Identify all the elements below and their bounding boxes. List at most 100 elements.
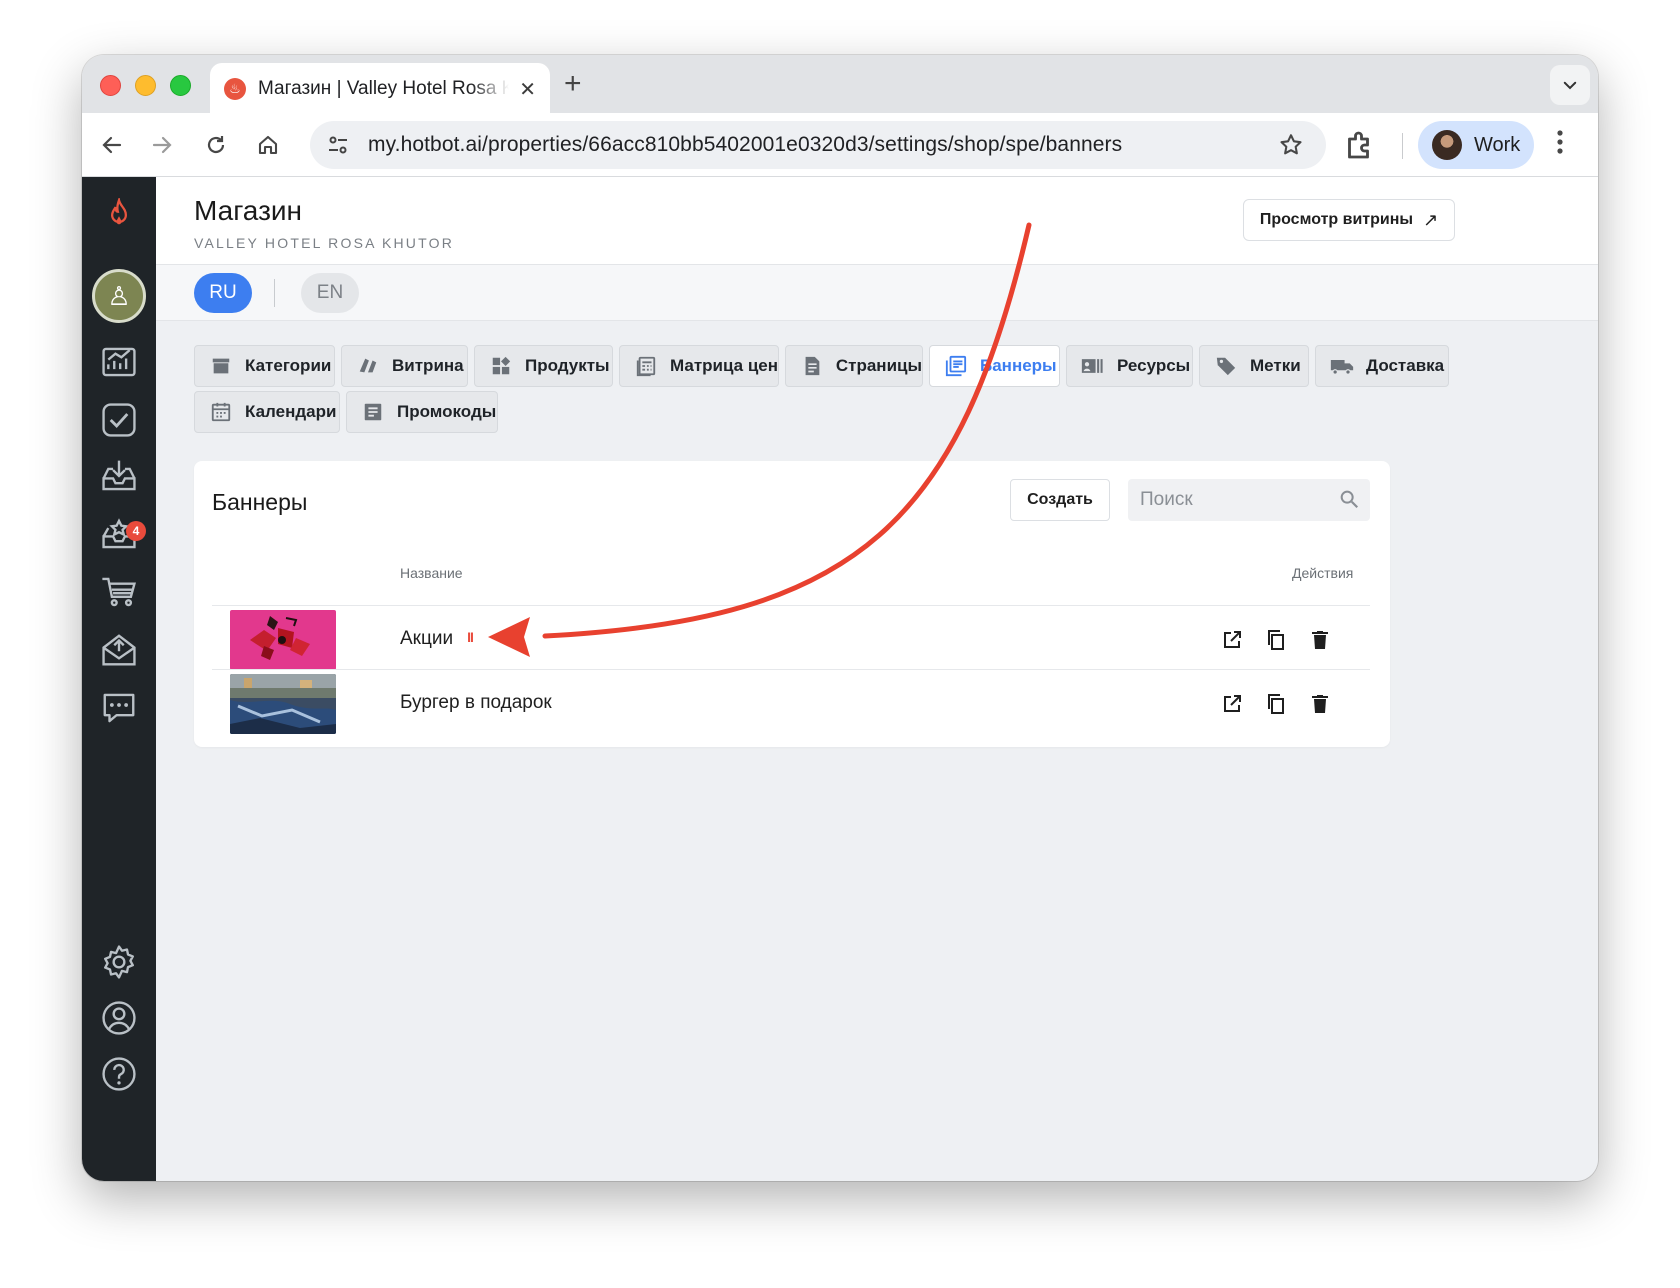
- tab-label: Доставка: [1366, 356, 1445, 375]
- tab-label: Календари: [245, 402, 337, 421]
- mail-send-icon[interactable]: [96, 627, 142, 673]
- calendar-icon: [209, 400, 233, 424]
- tab-price-matrix[interactable]: Матрица цен: [619, 345, 779, 387]
- tab-pages[interactable]: Страницы: [785, 345, 923, 387]
- property-name: VALLEY HOTEL ROSA KHUTOR: [194, 235, 455, 251]
- banner-name[interactable]: Бургер в подарок: [400, 692, 552, 714]
- window-controls: [100, 75, 191, 96]
- column-actions-header: Действия: [1292, 565, 1354, 581]
- search-icon[interactable]: [1338, 488, 1360, 510]
- tab-promocodes[interactable]: Промокоды: [346, 391, 498, 433]
- store-icon: [209, 354, 233, 378]
- settings-icon[interactable]: [96, 939, 142, 985]
- site-settings-icon[interactable]: [326, 133, 350, 157]
- tab-label: Страницы: [835, 356, 922, 375]
- profile-avatar: [1432, 130, 1462, 160]
- page-header: Магазин VALLEY HOTEL ROSA KHUTOR Просмот…: [156, 177, 1598, 265]
- browser-tab[interactable]: ♨ Магазин | Valley Hotel Rosa Khutor ✕: [210, 63, 550, 115]
- delete-icon[interactable]: [1308, 692, 1332, 716]
- tab-banners[interactable]: Баннеры: [929, 345, 1060, 387]
- tasks-icon[interactable]: [96, 397, 142, 443]
- products-icon: [489, 354, 513, 378]
- tab-tags[interactable]: Метки: [1199, 345, 1309, 387]
- price-matrix-icon: [634, 354, 658, 378]
- lang-ru-button[interactable]: RU: [194, 273, 252, 313]
- preview-button-label: Просмотр витрины: [1259, 211, 1414, 228]
- reload-icon: [207, 136, 225, 154]
- close-tab-icon[interactable]: ✕: [519, 77, 536, 102]
- search-placeholder: Поиск: [1140, 489, 1193, 510]
- flame-logo-icon[interactable]: [96, 191, 142, 237]
- tab-delivery[interactable]: Доставка: [1315, 345, 1449, 387]
- analytics-icon[interactable]: [96, 339, 142, 385]
- chat-icon[interactable]: [96, 685, 142, 731]
- duplicate-icon[interactable]: [1264, 692, 1288, 716]
- minimize-window-button[interactable]: [135, 75, 156, 96]
- favicon-flame-icon: ♨: [224, 78, 246, 100]
- maximize-window-button[interactable]: [170, 75, 191, 96]
- paused-status-icon: II: [467, 629, 474, 645]
- banners-title: Баннеры: [212, 489, 308, 515]
- banner-name-text: Акции: [400, 628, 454, 649]
- app-sidebar: ♙ 4: [82, 177, 156, 1181]
- home-button[interactable]: [250, 127, 286, 163]
- account-icon[interactable]: [96, 995, 142, 1041]
- arrow-right-icon: [152, 136, 172, 154]
- user-avatar[interactable]: ♙: [92, 269, 146, 323]
- tab-label: Витрина: [392, 356, 464, 375]
- address-bar[interactable]: my.hotbot.ai/properties/66acc810bb540200…: [310, 121, 1326, 169]
- duplicate-icon[interactable]: [1264, 628, 1288, 652]
- table-row[interactable]: Акции II: [212, 605, 1370, 673]
- chevron-down-icon: [1563, 81, 1577, 90]
- banners-icon: [944, 354, 968, 378]
- notification-badge: 4: [126, 521, 146, 541]
- delete-icon[interactable]: [1308, 628, 1332, 652]
- open-external-icon[interactable]: [1220, 692, 1244, 716]
- profile-name: Work: [1474, 133, 1521, 156]
- profile-button[interactable]: Work: [1418, 121, 1534, 169]
- external-arrow-icon: ↗: [1423, 209, 1439, 230]
- main-content: Магазин VALLEY HOTEL ROSA KHUTOR Просмот…: [156, 177, 1598, 1181]
- column-name-header: Название: [400, 565, 463, 581]
- tab-search-button[interactable]: [1550, 65, 1590, 105]
- cart-icon[interactable]: [96, 569, 142, 615]
- tags-icon: [1214, 354, 1238, 378]
- browser-menu-button[interactable]: [1556, 129, 1564, 163]
- table-row[interactable]: Бургер в подарок: [212, 669, 1370, 737]
- preview-storefront-button[interactable]: Просмотр витрины ↗: [1243, 199, 1455, 241]
- bookmark-star-icon[interactable]: [1278, 132, 1304, 158]
- tab-calendars[interactable]: Календари: [194, 391, 340, 433]
- lang-en-button[interactable]: EN: [301, 273, 359, 313]
- tab-label: Промокоды: [397, 402, 497, 421]
- arrow-left-icon: [102, 136, 122, 154]
- pages-icon: [800, 354, 824, 378]
- back-button[interactable]: [94, 127, 130, 163]
- extensions-puzzle-icon[interactable]: [1342, 127, 1378, 163]
- tab-label: Категории: [245, 356, 332, 375]
- inbox-download-icon[interactable]: [96, 453, 142, 499]
- tab-showcase[interactable]: Витрина: [341, 345, 468, 387]
- tab-label: Матрица цен: [670, 356, 778, 375]
- home-icon: [258, 135, 278, 155]
- tab-resources[interactable]: Ресурсы: [1066, 345, 1193, 387]
- create-banner-button[interactable]: Создать: [1010, 479, 1110, 521]
- new-tab-button[interactable]: +: [564, 67, 582, 101]
- more-vertical-icon: [1557, 130, 1563, 154]
- browser-toolbar: my.hotbot.ai/properties/66acc810bb540200…: [82, 113, 1598, 177]
- tab-products[interactable]: Продукты: [474, 345, 613, 387]
- banners-card: Баннеры Создать Поиск Название Действия: [194, 461, 1390, 747]
- toolbar-divider: [1402, 133, 1403, 159]
- banner-name[interactable]: Акции II: [400, 628, 474, 650]
- tab-categories[interactable]: Категории: [194, 345, 335, 387]
- help-icon[interactable]: [96, 1051, 142, 1097]
- search-input[interactable]: Поиск: [1128, 479, 1370, 521]
- close-window-button[interactable]: [100, 75, 121, 96]
- tab-strip: ♨ Магазин | Valley Hotel Rosa Khutor ✕ +: [82, 55, 1598, 115]
- banner-thumbnail: [230, 610, 336, 670]
- open-external-icon[interactable]: [1220, 628, 1244, 652]
- tab-label: Ресурсы: [1117, 356, 1191, 375]
- lang-divider: [274, 279, 275, 307]
- reload-button[interactable]: [198, 127, 234, 163]
- forward-button[interactable]: [144, 127, 180, 163]
- url-text[interactable]: my.hotbot.ai/properties/66acc810bb540200…: [368, 133, 1122, 157]
